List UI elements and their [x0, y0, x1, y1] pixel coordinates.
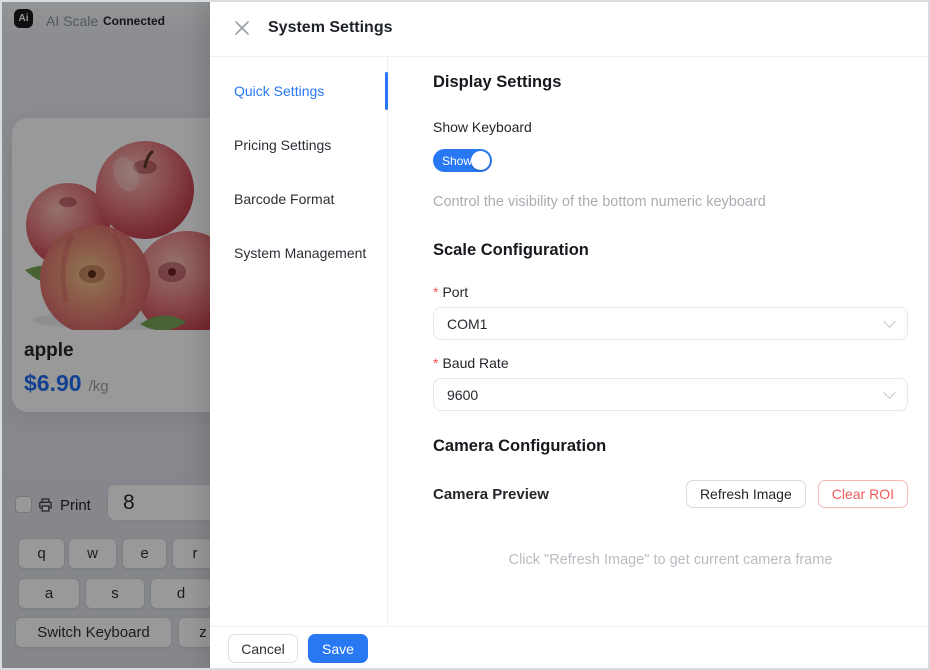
show-keyboard-hint: Control the visibility of the bottom num… — [433, 194, 908, 210]
camera-preview-label: Camera Preview — [433, 486, 549, 503]
drawer-title: System Settings — [268, 19, 392, 37]
camera-buttons: Refresh Image Clear ROI — [686, 480, 908, 508]
system-settings-drawer: System Settings Quick Settings Pricing S… — [210, 0, 930, 670]
port-select[interactable]: COM1 — [433, 307, 908, 340]
port-label-text: Port — [442, 284, 468, 300]
baud-rate-select[interactable]: 9600 — [433, 378, 908, 411]
settings-nav: Quick Settings Pricing Settings Barcode … — [210, 57, 388, 626]
port-label: *Port — [433, 284, 908, 300]
settings-content: Display Settings Show Keyboard Show Cont… — [388, 57, 930, 626]
show-keyboard-toggle[interactable]: Show — [433, 149, 492, 172]
scale-configuration-heading: Scale Configuration — [433, 241, 908, 260]
drawer-body: Quick Settings Pricing Settings Barcode … — [210, 57, 930, 626]
camera-configuration-heading: Camera Configuration — [433, 437, 908, 456]
nav-item-pricing-settings[interactable]: Pricing Settings — [210, 125, 387, 165]
drawer-header: System Settings — [210, 0, 930, 57]
show-keyboard-label: Show Keyboard — [433, 119, 908, 135]
close-icon[interactable] — [234, 20, 250, 36]
nav-item-barcode-format[interactable]: Barcode Format — [210, 179, 387, 219]
chevron-down-icon — [883, 386, 896, 399]
camera-preview-hint: Click "Refresh Image" to get current cam… — [433, 552, 908, 568]
baud-rate-label-text: Baud Rate — [442, 355, 508, 371]
baud-rate-select-value: 9600 — [447, 387, 478, 403]
chevron-down-icon — [883, 315, 896, 328]
display-settings-heading: Display Settings — [433, 73, 908, 92]
drawer-footer: Cancel Save — [210, 626, 930, 670]
nav-item-quick-settings[interactable]: Quick Settings — [210, 71, 387, 111]
clear-roi-button[interactable]: Clear ROI — [818, 480, 908, 508]
cancel-button[interactable]: Cancel — [228, 634, 298, 663]
camera-preview-row: Camera Preview Refresh Image Clear ROI — [433, 480, 908, 508]
baud-rate-field: *Baud Rate 9600 — [433, 355, 908, 411]
refresh-image-button[interactable]: Refresh Image — [686, 480, 806, 508]
toggle-on-label: Show — [442, 154, 472, 168]
port-select-value: COM1 — [447, 316, 487, 332]
port-field: *Port COM1 — [433, 284, 908, 340]
required-marker: * — [433, 284, 438, 300]
required-marker: * — [433, 355, 438, 371]
nav-item-system-management[interactable]: System Management — [210, 233, 387, 273]
baud-rate-label: *Baud Rate — [433, 355, 908, 371]
save-button[interactable]: Save — [308, 634, 368, 663]
toggle-knob — [471, 151, 490, 170]
